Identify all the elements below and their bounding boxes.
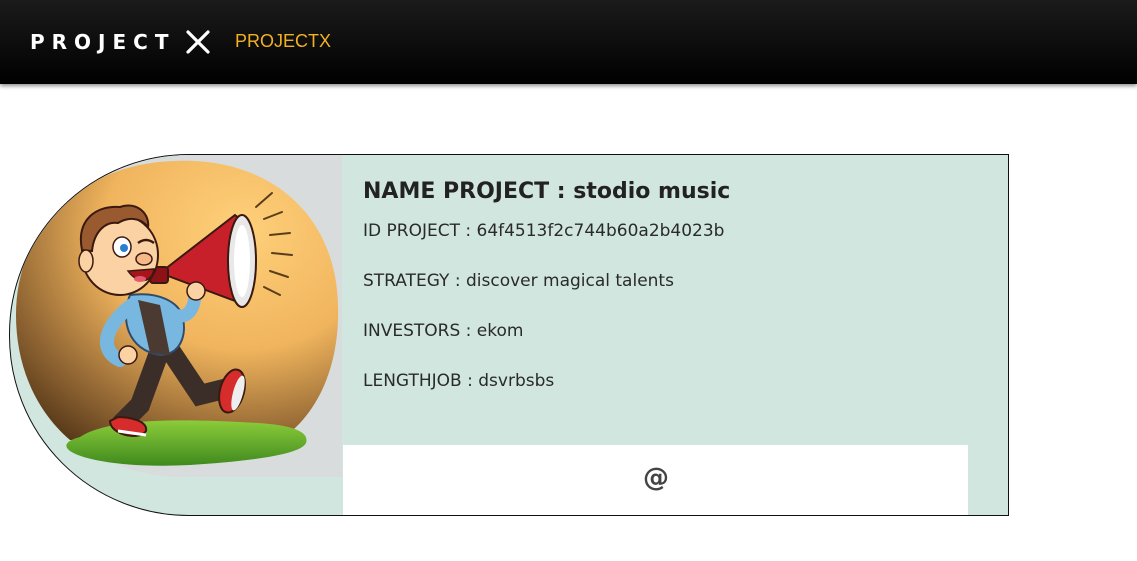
brand-logo[interactable]: PROJECT [30,27,211,57]
project-investors: INVESTORS : ekom [363,321,524,341]
project-id: ID PROJECT : 64f4513f2c744b60a2b4023b [363,221,725,241]
at-sign-icon[interactable]: @ [640,462,672,494]
project-strategy: STRATEGY : discover magical talents [363,271,674,291]
project-lengthjob: LENGTHJOB : dsvrbsbs [363,371,555,391]
project-details: NAME PROJECT : stodio music ID PROJECT :… [363,177,983,391]
brand-text: PROJECT [30,30,176,54]
nav-link-projectx[interactable]: PROJECTX [235,29,331,53]
card-footer: @ [343,445,968,515]
project-name: NAME PROJECT : stodio music [363,179,731,204]
top-navbar: PROJECT PROJECTX [0,0,1137,84]
x-mark-icon [186,30,211,54]
megaphone-man-illustration [10,155,342,477]
project-card: NAME PROJECT : stodio music ID PROJECT :… [9,154,1009,516]
